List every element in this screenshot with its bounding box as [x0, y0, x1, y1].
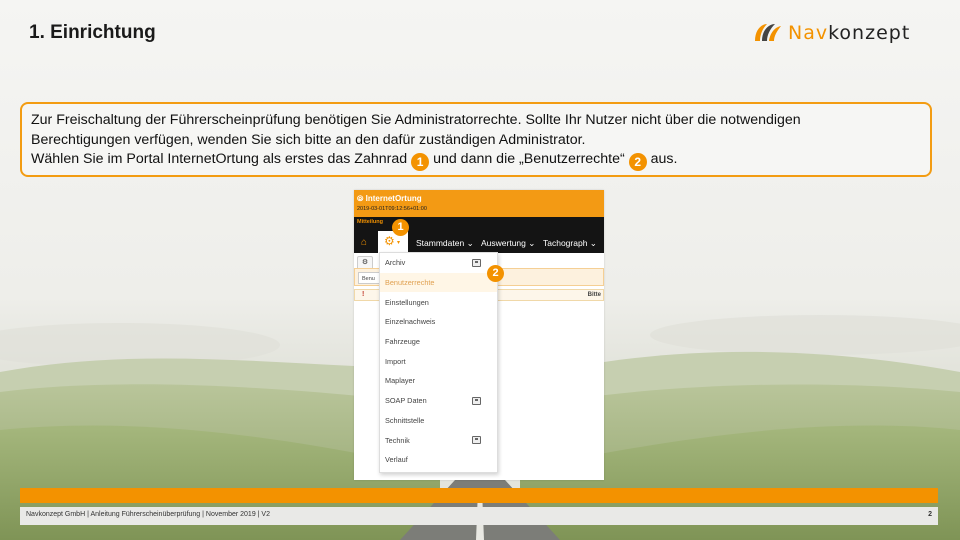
chevron-down-icon: ▾ — [397, 240, 401, 246]
instruction-text-a: Wählen Sie im Portal InternetOrtung als … — [31, 151, 408, 167]
navkonzept-logo: Navkonzept — [752, 20, 910, 46]
logo-text-nav: Nav — [788, 22, 829, 44]
slide-title: 1. Einrichtung — [29, 22, 156, 43]
instruction-text-b: und dann die „Benutzerrechte“ — [433, 151, 625, 167]
step-badge-2: 2 — [487, 265, 504, 282]
gear-icon: ⚙ — [384, 234, 395, 248]
dropdown-item-einstellungen[interactable]: Einstellungen — [380, 292, 497, 312]
hint-text: Bitte — [587, 291, 601, 298]
footer: Navkonzept GmbH | Anleitung Führerschein… — [20, 507, 938, 525]
notice-label: Mitteilung — [357, 219, 383, 225]
portal-navbar: Mitteilung ⌂ ⚙ ▾ Stammdaten ⌄ Auswertung… — [354, 217, 604, 253]
home-icon[interactable]: ⌂ — [361, 237, 367, 248]
menu-stammdaten[interactable]: Stammdaten ⌄ — [416, 238, 474, 249]
footer-accent-bar — [20, 488, 938, 503]
page-number: 2 — [928, 511, 932, 518]
dropdown-item-fahrzeuge[interactable]: Fahrzeuge — [380, 332, 497, 352]
dropdown-item-technik[interactable]: Technik — [380, 430, 497, 450]
dropdown-item-import[interactable]: Import — [380, 351, 497, 371]
dropdown-item-benutzerrechte[interactable]: Benutzerrechte — [380, 272, 497, 293]
logo-text-konzept: konzept — [828, 22, 911, 44]
dropdown-item-einzelnachweis[interactable]: Einzelnachweis — [380, 312, 497, 332]
warning-icon: ! — [362, 291, 365, 298]
instruction-box: Zur Freischaltung der Führerscheinprüfun… — [20, 102, 932, 177]
portal-screenshot: ⦾ InternetOrtung 2019-03-01T09:12:56+01:… — [354, 190, 604, 480]
navkonzept-logo-icon — [755, 24, 781, 41]
external-link-icon — [472, 436, 481, 445]
dropdown-item-archiv[interactable]: Archiv — [380, 253, 497, 273]
portal-timestamp: 2019-03-01T09:12:56+01:00 — [357, 206, 427, 212]
step-badge-1: 1 — [411, 153, 430, 171]
dropdown-item-schnittstelle[interactable]: Schnittstelle — [380, 411, 497, 431]
portal-header: ⦾ InternetOrtung 2019-03-01T09:12:56+01:… — [354, 190, 604, 217]
menu-tachograph[interactable]: Tachograph ⌄ — [543, 238, 597, 249]
menu-auswertung[interactable]: Auswertung ⌄ — [481, 238, 535, 249]
step-badge-1: 1 — [392, 219, 409, 236]
external-link-icon — [472, 259, 481, 267]
step-badge-2: 2 — [628, 153, 647, 171]
settings-dropdown: Archiv Benutzerrechte Einstellungen Einz… — [379, 252, 498, 473]
footer-text: Navkonzept GmbH | Anleitung Führerschein… — [26, 511, 270, 518]
instruction-line-1: Zur Freischaltung der Führerscheinprüfun… — [31, 112, 801, 128]
external-link-icon — [472, 396, 481, 405]
instruction-line-2: Berechtigungen verfügen, wenden Sie sich… — [31, 131, 586, 148]
dropdown-item-maplayer[interactable]: Maplayer — [380, 371, 497, 391]
dropdown-item-verlauf[interactable]: Verlauf — [380, 450, 497, 470]
instruction-text-c: aus. — [650, 151, 678, 167]
instruction-line-3: Wählen Sie im Portal InternetOrtung als … — [31, 150, 921, 171]
portal-logo: ⦾ InternetOrtung — [357, 194, 422, 203]
dropdown-item-soap-daten[interactable]: SOAP Daten — [380, 391, 497, 411]
